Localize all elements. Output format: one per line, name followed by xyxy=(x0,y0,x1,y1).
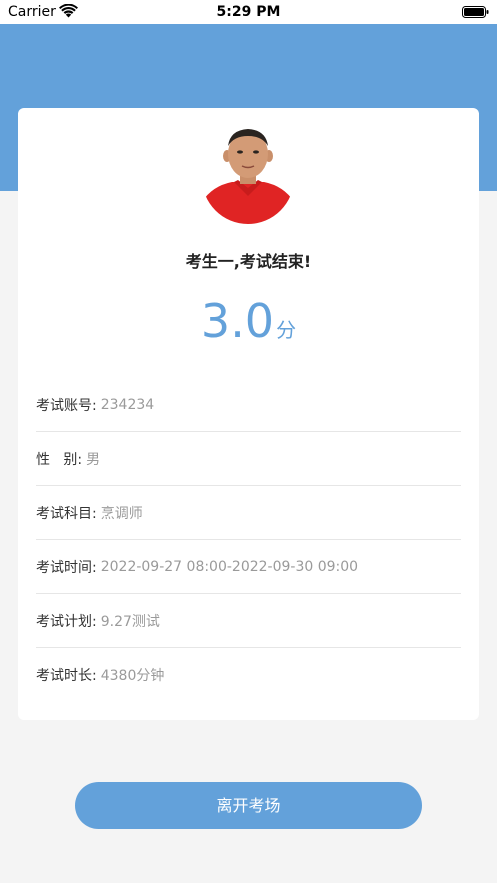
score-display: 3.0 分 xyxy=(18,294,479,348)
info-value: 2022-09-27 08:00-2022-09-30 09:00 xyxy=(100,558,359,575)
info-row-account: 考试账号: 234234 xyxy=(36,378,461,432)
info-value: 4380分钟 xyxy=(100,668,165,684)
battery-icon xyxy=(462,6,489,18)
status-time: 5:29 PM xyxy=(216,4,281,20)
info-row-time: 考试时间: 2022-09-27 08:00-2022-09-30 09:00 xyxy=(36,540,461,594)
avatar xyxy=(202,124,294,224)
info-label: 考试时间: xyxy=(36,559,97,576)
leave-exam-button[interactable]: 离开考场 xyxy=(75,782,422,829)
info-label: 考试账号: xyxy=(36,397,97,414)
info-label: 考试科目: xyxy=(36,505,97,522)
info-row-duration: 考试时长: 4380分钟 xyxy=(36,648,461,702)
result-title: 考生一,考试结束! xyxy=(185,252,312,271)
info-row-gender: 性 别: 男 xyxy=(36,432,461,486)
info-row-subject: 考试科目: 烹调师 xyxy=(36,486,461,540)
info-value: 烹调师 xyxy=(100,505,143,522)
info-value: 男 xyxy=(86,451,101,468)
score-value: 3.0 xyxy=(200,294,275,348)
info-label: 考试计划: xyxy=(36,613,97,630)
info-row-plan: 考试计划: 9.27测试 xyxy=(36,594,461,648)
info-value: 9.27测试 xyxy=(100,613,160,630)
info-label: 性 别: xyxy=(36,451,83,468)
info-label: 考试时长: xyxy=(36,668,97,684)
candidate-photo xyxy=(202,124,294,224)
exam-result-screen: Carrier 5:29 PM 考生一,考试结束! 3.0 分 考试账号: 23… xyxy=(0,0,497,883)
result-card: 考生一,考试结束! 3.0 分 考试账号: 234234 性 别: 男 考试科目:… xyxy=(18,108,479,720)
status-bar: Carrier 5:29 PM xyxy=(0,0,497,24)
score-unit: 分 xyxy=(276,318,297,342)
exam-info-list: 考试账号: 234234 性 别: 男 考试科目: 烹调师 考试时间: 2022… xyxy=(36,378,461,702)
info-value: 234234 xyxy=(100,396,155,413)
